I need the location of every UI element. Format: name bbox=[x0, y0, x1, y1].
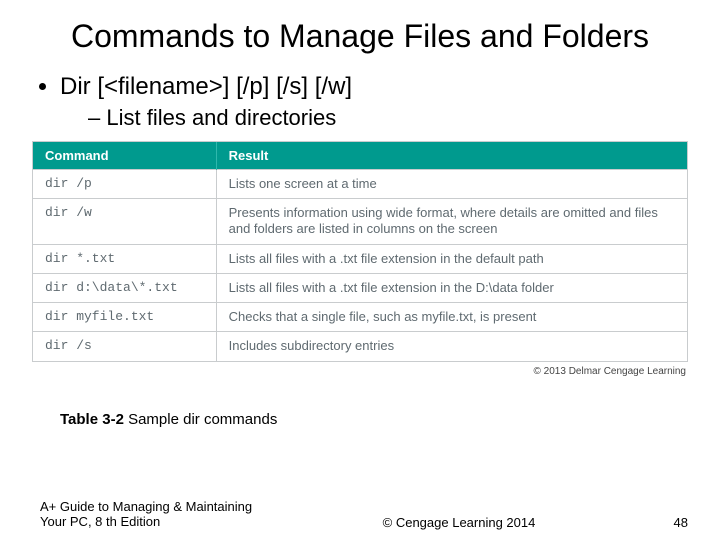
cell-command: dir /w bbox=[33, 199, 216, 245]
cell-command: dir /s bbox=[33, 332, 216, 361]
cell-result: Lists all files with a .txt file extensi… bbox=[216, 244, 687, 273]
table-row: dir /p Lists one screen at a time bbox=[33, 169, 687, 198]
page-number: 48 bbox=[648, 515, 688, 530]
caption-number: Table 3-2 bbox=[60, 411, 124, 428]
table-row: dir /w Presents information using wide f… bbox=[33, 199, 687, 245]
slide-title: Commands to Manage Files and Folders bbox=[32, 18, 688, 55]
table-row: dir *.txt Lists all files with a .txt fi… bbox=[33, 244, 687, 273]
table-header-row: Command Result bbox=[33, 142, 687, 170]
slide: Commands to Manage Files and Folders Dir… bbox=[0, 0, 720, 540]
cell-result: Includes subdirectory entries bbox=[216, 332, 687, 361]
table-row: dir /s Includes subdirectory entries bbox=[33, 332, 687, 361]
bullet-list: Dir [<filename>] [/p] [/s] [/w] List fil… bbox=[38, 73, 688, 131]
sub-bullet-item: List files and directories bbox=[88, 105, 688, 131]
table-row: dir d:\data\*.txt Lists all files with a… bbox=[33, 273, 687, 302]
slide-footer: A+ Guide to Managing & Maintaining Your … bbox=[0, 499, 720, 530]
cell-command: dir *.txt bbox=[33, 244, 216, 273]
table-caption: Table 3-2 Sample dir commands bbox=[60, 411, 688, 428]
cell-command: dir d:\data\*.txt bbox=[33, 273, 216, 302]
cell-result: Lists all files with a .txt file extensi… bbox=[216, 273, 687, 302]
col-result: Result bbox=[216, 142, 687, 170]
table-row: dir myfile.txt Checks that a single file… bbox=[33, 303, 687, 332]
cell-result: Lists one screen at a time bbox=[216, 169, 687, 198]
col-command: Command bbox=[33, 142, 216, 170]
sub-bullet-list: List files and directories bbox=[60, 105, 688, 131]
caption-text: Sample dir commands bbox=[124, 411, 277, 428]
command-table: Command Result dir /p Lists one screen a… bbox=[33, 142, 687, 361]
cell-command: dir myfile.txt bbox=[33, 303, 216, 332]
table-credit: © 2013 Delmar Cengage Learning bbox=[32, 366, 686, 377]
cell-result: Presents information using wide format, … bbox=[216, 199, 687, 245]
cell-command: dir /p bbox=[33, 169, 216, 198]
cell-result: Checks that a single file, such as myfil… bbox=[216, 303, 687, 332]
command-table-wrap: Command Result dir /p Lists one screen a… bbox=[32, 141, 688, 362]
footer-left: A+ Guide to Managing & Maintaining Your … bbox=[40, 499, 270, 530]
footer-center: © Cengage Learning 2014 bbox=[270, 515, 648, 530]
bullet-item: Dir [<filename>] [/p] [/s] [/w] bbox=[60, 73, 688, 101]
